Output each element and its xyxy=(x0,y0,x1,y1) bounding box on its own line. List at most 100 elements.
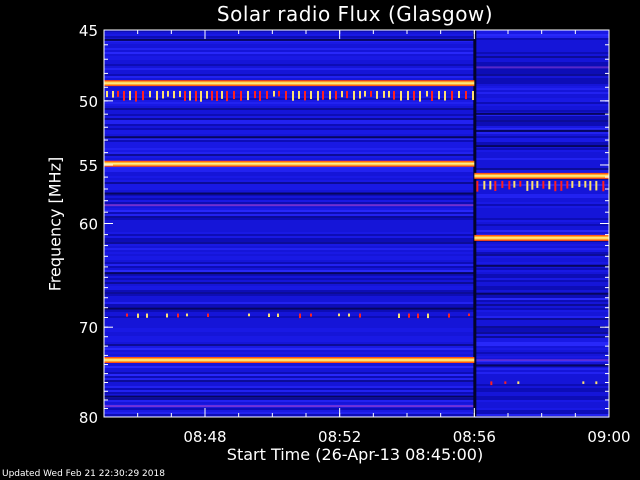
texture-row xyxy=(104,302,475,304)
texture-row xyxy=(474,70,609,72)
texture-row xyxy=(104,372,475,374)
texture-row xyxy=(474,100,609,102)
burst-spike xyxy=(427,313,429,319)
burst-spike xyxy=(444,90,446,101)
texture-row xyxy=(104,188,475,190)
texture-row xyxy=(104,386,475,388)
texture-row xyxy=(474,230,609,232)
burst-spike xyxy=(322,90,324,100)
burst-spike xyxy=(359,90,361,99)
y-tick-label: 55 xyxy=(79,157,98,175)
texture-row xyxy=(474,124,609,126)
texture-row xyxy=(474,340,609,342)
texture-row xyxy=(104,180,475,182)
texture-row xyxy=(104,76,475,78)
y-tick-label: 50 xyxy=(79,93,98,111)
burst-spike xyxy=(364,90,366,97)
burst-spike xyxy=(200,90,202,102)
burst-spike xyxy=(413,90,415,101)
burst-spike xyxy=(221,90,223,99)
burst-spike xyxy=(584,180,587,188)
texture-row xyxy=(474,298,609,300)
texture-row xyxy=(104,118,475,120)
texture-row xyxy=(104,330,475,332)
texture-row xyxy=(474,86,609,88)
texture-row xyxy=(474,310,609,312)
texture-row xyxy=(474,388,609,390)
burst-spike xyxy=(112,90,114,98)
burst-spike xyxy=(189,90,191,101)
texture-row xyxy=(104,124,475,126)
texture-row xyxy=(104,98,475,100)
texture-row xyxy=(474,170,609,172)
texture-row xyxy=(474,338,609,340)
texture-row xyxy=(474,328,609,330)
texture-row xyxy=(474,318,609,320)
texture-row xyxy=(474,168,609,170)
burst-spike xyxy=(560,180,563,191)
texture-row xyxy=(474,326,609,328)
burst-spike xyxy=(398,313,400,319)
texture-row xyxy=(474,142,609,144)
texture-row xyxy=(474,62,609,64)
texture-row xyxy=(104,398,475,400)
texture-row xyxy=(104,200,475,202)
texture-row xyxy=(104,380,475,382)
texture-row xyxy=(104,140,475,142)
texture-row xyxy=(104,48,475,50)
texture-row xyxy=(104,156,475,158)
texture-row xyxy=(104,414,475,416)
texture-row xyxy=(474,150,609,152)
texture-row xyxy=(474,202,609,204)
texture-row xyxy=(104,154,475,156)
texture-row xyxy=(104,108,475,110)
texture-row xyxy=(104,248,475,250)
texture-row xyxy=(474,194,609,196)
burst-spike xyxy=(341,90,343,98)
texture-row xyxy=(104,170,475,172)
texture-row xyxy=(104,242,475,244)
texture-row xyxy=(104,214,475,216)
burst-spike xyxy=(400,90,402,101)
burst-spike xyxy=(346,90,348,99)
texture-row xyxy=(474,256,609,258)
texture-row xyxy=(474,368,609,370)
burst-spike xyxy=(582,381,585,384)
texture-row xyxy=(104,374,475,376)
texture-row xyxy=(104,258,475,260)
texture-row xyxy=(474,52,609,54)
faint-band xyxy=(104,204,475,207)
burst-spike xyxy=(353,90,355,100)
texture-row xyxy=(104,176,475,178)
burst-spike xyxy=(489,180,492,190)
burst-spike xyxy=(146,313,148,318)
texture-row xyxy=(474,300,609,302)
burst-spike xyxy=(472,90,474,101)
burst-spike xyxy=(162,90,164,99)
texture-row xyxy=(104,256,475,258)
texture-row xyxy=(474,332,609,334)
texture-row xyxy=(104,338,475,340)
burst-spike xyxy=(137,313,139,318)
dark-row xyxy=(474,264,609,267)
burst-spike xyxy=(438,90,440,100)
burst-spike xyxy=(490,381,493,386)
texture-row xyxy=(104,102,475,104)
texture-row xyxy=(474,356,609,358)
texture-row xyxy=(104,202,475,204)
texture-row xyxy=(104,286,475,288)
texture-row xyxy=(474,342,609,344)
burst-spike xyxy=(186,313,188,317)
burst-spike xyxy=(370,90,372,97)
texture-row xyxy=(104,388,475,390)
texture-row xyxy=(104,142,475,144)
dark-row xyxy=(104,272,475,275)
burst-spike xyxy=(393,90,395,100)
texture-row xyxy=(474,206,609,208)
texture-row xyxy=(474,410,609,412)
texture-row xyxy=(104,52,475,54)
burst-spike xyxy=(595,180,598,191)
texture-row xyxy=(104,152,475,154)
texture-row xyxy=(104,208,475,210)
texture-row xyxy=(104,282,475,284)
